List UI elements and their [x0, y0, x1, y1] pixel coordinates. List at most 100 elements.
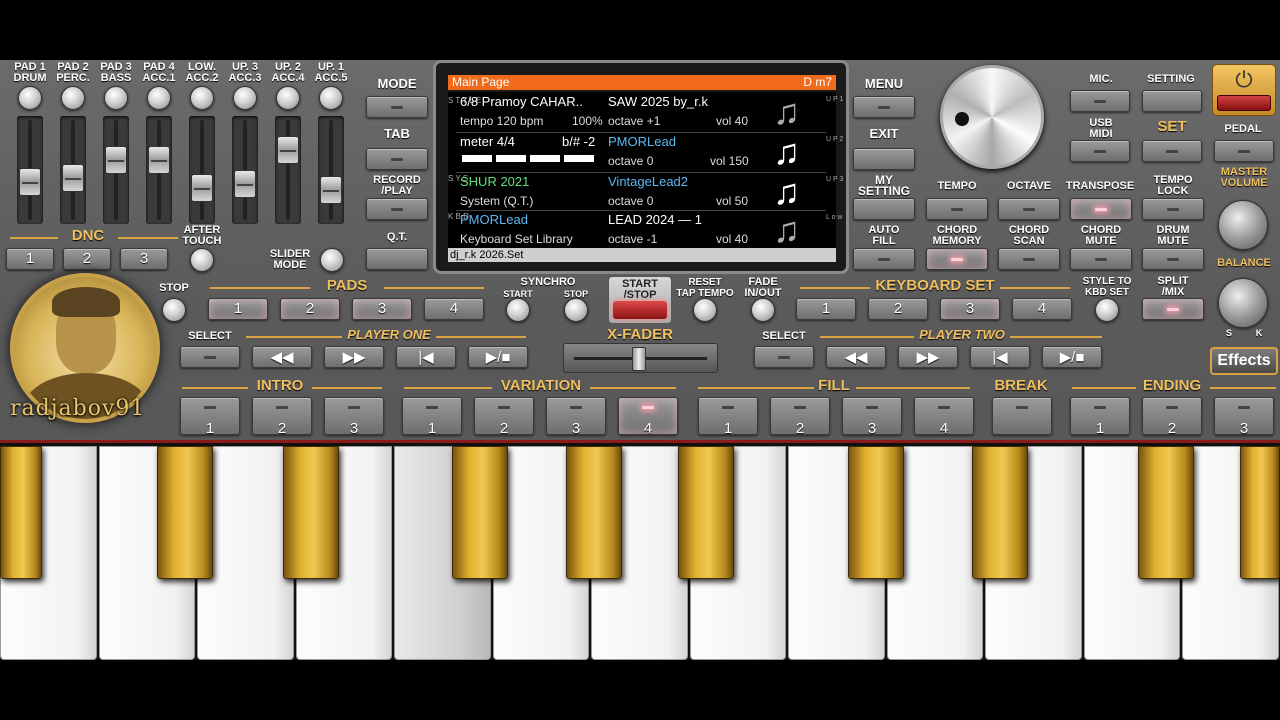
kbd-set-button-4[interactable]: 4 — [1012, 298, 1072, 320]
variation-button-3[interactable]: 3 — [546, 397, 606, 437]
fill-button-2[interactable]: 2 — [770, 397, 830, 437]
start-stop-button[interactable]: START /STOP — [608, 276, 672, 324]
x-fader[interactable] — [563, 343, 718, 373]
tempo-button[interactable] — [926, 198, 988, 220]
drum-mute-button[interactable] — [1142, 248, 1204, 270]
qt-button[interactable] — [366, 248, 428, 270]
pad-slider-7[interactable] — [275, 116, 301, 224]
pad-slider-1[interactable] — [17, 116, 43, 224]
player-one-forward-button[interactable]: ▶▶ — [324, 346, 384, 368]
upper3-voice[interactable]: VintageLead2 — [608, 174, 688, 189]
pad-slider-8[interactable] — [318, 116, 344, 224]
octave-button[interactable] — [998, 198, 1060, 220]
variation-button-1[interactable]: 1 — [402, 397, 462, 437]
pad-knob-6[interactable] — [233, 86, 257, 110]
pad-slider-5[interactable] — [189, 116, 215, 224]
mic-button[interactable] — [1070, 90, 1130, 112]
player-one-restart-button[interactable]: |◀ — [396, 346, 456, 368]
ending-button-3[interactable]: 3 — [1214, 397, 1274, 437]
slider-handle[interactable] — [191, 174, 213, 202]
synchro-start-knob[interactable] — [506, 298, 530, 322]
split-mix-button[interactable] — [1142, 298, 1204, 320]
player-one-select-button[interactable] — [180, 346, 240, 368]
fill-button-1[interactable]: 1 — [698, 397, 758, 437]
chord-memory-button[interactable] — [926, 248, 988, 270]
set-button[interactable] — [1142, 140, 1202, 162]
pad-button-4[interactable]: 4 — [424, 298, 484, 320]
kbd-set-button-3[interactable]: 3 — [940, 298, 1000, 320]
style-to-kbd-knob[interactable] — [1095, 298, 1119, 322]
synchro-stop-knob[interactable] — [564, 298, 588, 322]
player-two-play-button[interactable]: ▶/■ — [1042, 346, 1102, 368]
black-key[interactable] — [283, 446, 339, 579]
power-button[interactable]: ⏻ — [1212, 64, 1276, 116]
black-key[interactable] — [972, 446, 1028, 579]
player-one-play-button[interactable]: ▶/■ — [468, 346, 528, 368]
master-volume-knob[interactable] — [1218, 200, 1268, 250]
pedal-button[interactable] — [1214, 140, 1274, 162]
keyboard-set-name[interactable]: PMORLead — [460, 212, 528, 227]
pads-stop-knob[interactable] — [162, 298, 186, 322]
pad-knob-5[interactable] — [190, 86, 214, 110]
pad-button-1[interactable]: 1 — [208, 298, 268, 320]
pad-slider-2[interactable] — [60, 116, 86, 224]
break-button-1[interactable] — [992, 397, 1052, 435]
effects-button[interactable]: Effects — [1210, 347, 1278, 375]
player-two-rewind-button[interactable]: ◀◀ — [826, 346, 886, 368]
black-key[interactable] — [566, 446, 622, 579]
lower-voice[interactable]: LEAD 2024 — 1 — [608, 212, 702, 227]
balance-knob[interactable] — [1218, 278, 1268, 328]
ending-button-2[interactable]: 2 — [1142, 397, 1202, 437]
intro-button-2[interactable]: 2 — [252, 397, 312, 437]
pad-slider-3[interactable] — [103, 116, 129, 224]
auto-fill-button[interactable] — [853, 248, 915, 270]
slider-handle[interactable] — [148, 146, 170, 174]
menu-button[interactable] — [853, 96, 915, 118]
usb-midi-button[interactable] — [1070, 140, 1130, 162]
variation-button-4[interactable]: 4 — [618, 397, 678, 437]
pad-knob-8[interactable] — [319, 86, 343, 110]
dnc-button-1[interactable]: 1 — [6, 248, 54, 270]
tempo-lock-button[interactable] — [1142, 198, 1204, 220]
chord-scan-button[interactable] — [998, 248, 1060, 270]
chord-mute-button[interactable] — [1070, 248, 1132, 270]
ending-button-1[interactable]: 1 — [1070, 397, 1130, 437]
variation-button-2[interactable]: 2 — [474, 397, 534, 437]
fill-button-3[interactable]: 3 — [842, 397, 902, 437]
pad-slider-4[interactable] — [146, 116, 172, 224]
dnc-button-2[interactable]: 2 — [63, 248, 111, 270]
kbd-set-button-1[interactable]: 1 — [796, 298, 856, 320]
dnc-button-3[interactable]: 3 — [120, 248, 168, 270]
setting-button[interactable] — [1142, 90, 1202, 112]
exit-button[interactable] — [853, 148, 915, 170]
pad-knob-4[interactable] — [147, 86, 171, 110]
pad-knob-3[interactable] — [104, 86, 128, 110]
player-two-forward-button[interactable]: ▶▶ — [898, 346, 958, 368]
player-one-rewind-button[interactable]: ◀◀ — [252, 346, 312, 368]
slider-handle[interactable] — [320, 176, 342, 204]
x-fader-handle[interactable] — [632, 347, 646, 371]
fade-knob[interactable] — [751, 298, 775, 322]
display-header[interactable]: Main Page D m7 — [448, 75, 836, 90]
slider-mode-knob[interactable] — [320, 248, 344, 272]
tab-button[interactable] — [366, 148, 428, 170]
black-key[interactable] — [452, 446, 508, 579]
fill-button-4[interactable]: 4 — [914, 397, 974, 437]
pad-button-3[interactable]: 3 — [352, 298, 412, 320]
black-key[interactable] — [1138, 446, 1194, 579]
black-key[interactable] — [157, 446, 213, 579]
data-dial[interactable] — [940, 65, 1044, 169]
after-touch-knob[interactable] — [190, 248, 214, 272]
pad-slider-6[interactable] — [232, 116, 258, 224]
record-play-button[interactable] — [366, 198, 428, 220]
piano-keyboard[interactable] — [0, 440, 1280, 660]
slider-handle[interactable] — [277, 136, 299, 164]
black-key[interactable] — [678, 446, 734, 579]
slider-handle[interactable] — [234, 170, 256, 198]
slider-handle[interactable] — [62, 164, 84, 192]
black-key[interactable] — [1240, 446, 1280, 579]
mode-button[interactable] — [366, 96, 428, 118]
my-setting-button[interactable] — [853, 198, 915, 220]
intro-button-3[interactable]: 3 — [324, 397, 384, 437]
player-two-restart-button[interactable]: |◀ — [970, 346, 1030, 368]
